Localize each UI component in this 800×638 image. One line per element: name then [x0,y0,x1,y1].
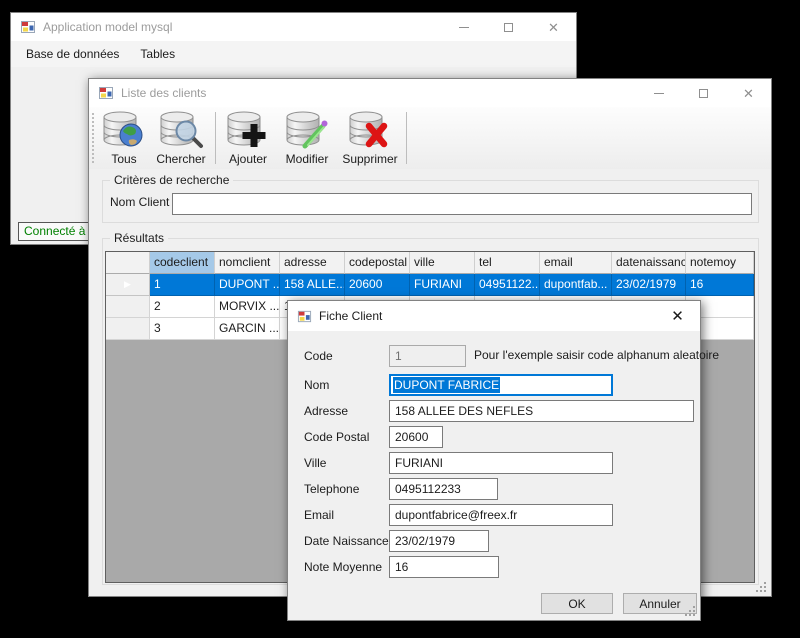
grid-cell[interactable]: 04951122... [475,274,540,296]
toolbar-label: Supprimer [342,152,397,166]
dialog-title: Fiche Client [319,309,382,323]
date-naissance-label: Date Naissance [304,534,389,548]
close-button[interactable]: ✕ [726,79,771,107]
modifier-button[interactable]: Modifier [277,107,337,169]
table-row[interactable]: ▶1DUPONT ...158 ALLE...20600FURIANI04951… [106,274,754,296]
menu-item-base-de-donnees[interactable]: Base de données [26,47,119,61]
toolbar-label: Chercher [156,152,205,166]
email-label: Email [304,508,334,522]
grid-cell[interactable]: 1 [150,274,215,296]
grid-cell[interactable]: 3 [150,318,215,340]
nom-client-label: Nom Client [110,195,169,209]
resize-grip[interactable] [684,605,696,617]
grid-cell[interactable]: MORVIX ... [215,296,280,318]
date-naissance-field[interactable]: 23/02/1979 [389,530,489,552]
supprimer-button[interactable]: Supprimer [337,107,403,169]
note-moyenne-field[interactable]: 16 [389,556,499,578]
telephone-label: Telephone [304,482,359,496]
database-globe-icon [101,110,147,153]
search-group-title: Critères de recherche [110,173,233,188]
app-icon [20,19,36,35]
toolbar-label: Modifier [286,152,329,166]
column-header[interactable]: email [540,252,612,274]
menu-item-tables[interactable]: Tables [140,47,175,61]
nom-client-input[interactable] [172,193,752,215]
app-icon [98,85,114,101]
search-groupbox: Critères de recherche Nom Client [102,180,759,223]
database-plus-icon [225,110,271,153]
column-header[interactable]: notemoy [686,252,754,274]
telephone-field[interactable]: 0495112233 [389,478,498,500]
grid-cell[interactable]: GARCIN ... [215,318,280,340]
column-header[interactable]: tel [475,252,540,274]
grid-cell[interactable]: 20600 [345,274,410,296]
column-header[interactable]: nomclient [215,252,280,274]
grid-cell[interactable]: DUPONT ... [215,274,280,296]
maximize-button[interactable] [486,13,531,41]
column-header[interactable]: codepostal [345,252,410,274]
nom-label: Nom [304,378,329,392]
code-postal-field[interactable]: 20600 [389,426,443,448]
grid-corner-cell [106,252,150,274]
dialog-titlebar[interactable]: Fiche Client ✕ [288,301,700,331]
results-group-title: Résultats [110,231,168,246]
toolbar-label: Tous [111,152,136,166]
fiche-client-dialog: Fiche Client ✕ Code 1 Pour l'exemple sai… [287,300,701,621]
row-selector-cell[interactable]: ▶ [106,274,150,296]
main-window-titlebar[interactable]: Application model mysql ✕ [11,13,576,41]
window-title: Application model mysql [43,20,172,34]
resize-grip[interactable] [755,581,767,593]
database-x-icon [347,110,393,153]
minimize-button[interactable] [636,79,681,107]
toolbar: Tous Cherc [89,107,771,169]
ajouter-button[interactable]: Ajouter [219,107,277,169]
note-moyenne-label: Note Moyenne [304,560,382,574]
menu-bar: Base de données Tables [11,41,576,67]
grid-header-row: codeclientnomclientadressecodepostalvill… [106,252,754,274]
code-postal-label: Code Postal [304,430,369,444]
database-pen-icon [284,110,330,153]
row-selector-cell[interactable] [106,296,150,318]
code-label: Code [304,349,333,363]
grid-cell[interactable]: 16 [686,274,754,296]
toolbar-label: Ajouter [229,152,267,166]
chercher-button[interactable]: Chercher [150,107,212,169]
ville-label: Ville [304,456,326,470]
desktop: Application model mysql ✕ Base de donnée… [0,0,800,638]
grid-cell[interactable]: 2 [150,296,215,318]
grid-cell[interactable]: dupontfab... [540,274,612,296]
close-button[interactable]: ✕ [655,301,700,331]
row-selector-cell[interactable] [106,318,150,340]
toolbar-separator [215,112,216,164]
code-hint: Pour l'exemple saisir code alphanum alea… [474,348,719,362]
toolbar-grip[interactable] [92,113,94,163]
column-header[interactable]: codeclient [150,252,215,274]
tous-button[interactable]: Tous [98,107,150,169]
ok-button[interactable]: OK [541,593,613,614]
app-icon [297,309,312,324]
grid-cell[interactable]: 158 ALLE... [280,274,345,296]
clients-window-titlebar[interactable]: Liste des clients ✕ [89,79,771,107]
minimize-button[interactable] [441,13,486,41]
adresse-field[interactable]: 158 ALLEE DES NEFLES [389,400,694,422]
window-title: Liste des clients [121,86,206,100]
grid-cell[interactable]: FURIANI [410,274,475,296]
column-header[interactable]: ville [410,252,475,274]
grid-cell[interactable]: 23/02/1979 [612,274,686,296]
column-header[interactable]: adresse [280,252,345,274]
toolbar-separator [406,112,407,164]
code-field: 1 [389,345,466,367]
database-search-icon [158,110,204,153]
adresse-label: Adresse [304,404,348,418]
selected-text: DUPONT FABRICE [393,377,500,393]
column-header[interactable]: datenaissance [612,252,686,274]
ville-field[interactable]: FURIANI [389,452,613,474]
nom-field[interactable]: DUPONT FABRICE [389,374,613,396]
maximize-button[interactable] [681,79,726,107]
close-button[interactable]: ✕ [531,13,576,41]
email-field[interactable]: dupontfabrice@freex.fr [389,504,613,526]
